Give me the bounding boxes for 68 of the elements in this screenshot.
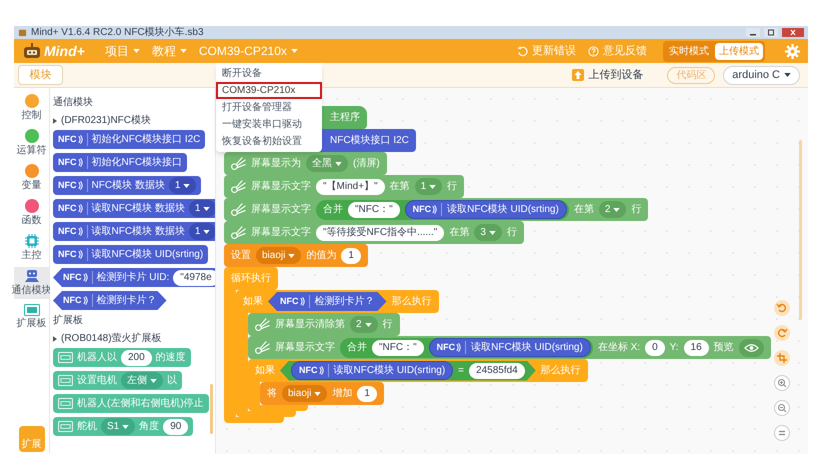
block-text: 增加 <box>332 386 352 401</box>
nfc-label: NFC <box>63 294 82 307</box>
block-text: 屏幕显示为 <box>251 156 301 171</box>
block-text: 预览 <box>714 341 734 355</box>
block-text: 屏幕显示文字 <box>251 180 311 194</box>
block-text: 在第 <box>390 180 410 194</box>
block-text: 行 <box>382 318 393 332</box>
block-text: 在第 <box>449 226 470 240</box>
group-title: (ROB0148)萤火扩展板 <box>61 332 162 346</box>
block-text: 屏幕显示文字 <box>275 340 335 355</box>
nfc-label: NFC <box>63 270 82 284</box>
nfc-label: NFC <box>58 224 76 238</box>
block-text: 将 <box>267 387 277 401</box>
block-text: 那么执行 <box>540 364 581 378</box>
nfc-label: NFC <box>58 248 76 261</box>
nfc-label: NFC <box>58 132 76 146</box>
block-text: 读取NFC模块 UID(srting) <box>447 202 559 217</box>
block-text: 在第 <box>574 203 594 217</box>
block-text: 机器人以 <box>77 350 117 365</box>
block-text: (清屏) <box>353 156 380 171</box>
block-text: 的速度 <box>156 350 186 365</box>
block-text: 屏幕显示文字 <box>251 202 311 217</box>
nfc-label: NFC <box>58 178 76 192</box>
block-text: 读取NFC模块 数据块 <box>92 224 185 239</box>
block-text: 初始化NFC模块接口 <box>92 156 182 170</box>
nfc-label: NFC <box>436 340 456 354</box>
block-text: 那么执行 <box>392 294 432 309</box>
block-text: 设置 <box>231 248 251 263</box>
block-text: 屏幕显示文字 <box>251 226 311 240</box>
block-text: 合并 <box>323 202 343 217</box>
nfc-label: NFC <box>299 364 318 377</box>
nfc-label: NFC <box>58 156 76 169</box>
section-title: 通信模块 <box>53 96 94 110</box>
block-text: 在坐标 X: <box>598 340 640 355</box>
block-text: 循环执行 <box>231 272 271 286</box>
block-text: 舵机 <box>77 420 97 434</box>
block-text: 检测到卡片？ <box>96 294 156 308</box>
nfc-label: NFC <box>280 294 298 308</box>
block-text: NFC模块 数据块 <box>92 178 165 193</box>
block-text: 屏幕显示清除第 <box>275 318 345 332</box>
block-text: 检测到卡片？ <box>314 294 374 309</box>
section-title: 扩展板 <box>53 314 84 328</box>
block-text: NFC模块接口 I2C <box>330 134 409 148</box>
nfc-label: NFC <box>58 202 76 215</box>
block-text: Y: <box>670 341 679 355</box>
block-text: 行 <box>506 226 517 240</box>
block-text: 合并 <box>347 340 367 355</box>
block-text: = <box>458 364 464 378</box>
block-text: 读取NFC模块 UID(srting) <box>92 248 204 262</box>
block-text: 读取NFC模块 数据块 <box>92 202 185 216</box>
block-text: 如果 <box>255 364 275 378</box>
app-logo-text: Mind+ <box>44 42 85 60</box>
nfc-label: NFC <box>412 202 432 216</box>
block-text: 机器人(左侧和右侧电机)停止 <box>77 396 204 411</box>
block-text: 读取NFC模块 UID(srting) <box>471 340 583 355</box>
block-text: 角度 <box>139 420 160 434</box>
window-title: Mind+ V1.6.4 RC2.0 NFC模块小车.sb3 <box>31 28 204 38</box>
block-text: 如果 <box>243 295 263 309</box>
block-text: 以 <box>167 374 177 388</box>
block-text: 设置电机 <box>77 374 117 388</box>
block-text: 检测到卡片 UID: <box>96 270 170 285</box>
block-text: 读取NFC模块 UID(srting) <box>334 364 446 378</box>
block-text: 初始化NFC模块接口 I2C <box>92 132 200 147</box>
block-text: 主程序 <box>330 110 360 125</box>
group-title: (DFR0231)NFC模块 <box>61 114 152 128</box>
block-text: 的值为 <box>306 248 336 263</box>
block-text: 行 <box>447 180 458 194</box>
block-text: 行 <box>631 203 642 217</box>
